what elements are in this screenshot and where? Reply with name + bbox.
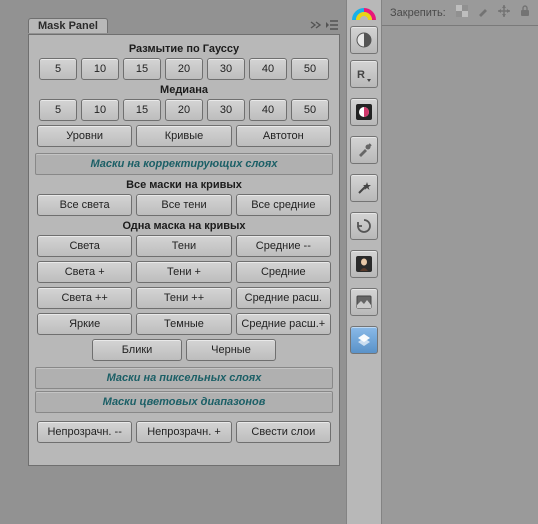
opacity-minus-button[interactable]: Непрозрачн. -- [37,421,132,443]
menu-icon[interactable] [324,18,340,32]
gauss-btn[interactable]: 5 [39,58,77,80]
flatten-button[interactable]: Свести слои [236,421,331,443]
adjustment-icon[interactable] [350,26,378,54]
curve-btn[interactable]: Средние расш. [236,287,331,309]
gauss-btn[interactable]: 30 [207,58,245,80]
median-btn[interactable]: 10 [81,99,119,121]
gauss-btn[interactable]: 20 [165,58,203,80]
highlights-button[interactable]: Блики [92,339,182,361]
curves-button[interactable]: Кривые [136,125,231,147]
curve-btn[interactable]: Средние -- [236,235,331,257]
curve-btn[interactable]: Средние расш.+ [236,313,331,335]
gauss-btn[interactable]: 50 [291,58,329,80]
all-shadows-button[interactable]: Все тени [136,194,231,216]
autotone-button[interactable]: Автотон [236,125,331,147]
curve-btn[interactable]: Света [37,235,132,257]
ruler-icon[interactable]: R [350,60,378,88]
pixel-layers-heading: Маски на пиксельных слоях [36,368,332,388]
curve-btn[interactable]: Тени [136,235,231,257]
gauss-btn[interactable]: 40 [249,58,287,80]
median-btn[interactable]: 50 [291,99,329,121]
all-mids-button[interactable]: Все средние [236,194,331,216]
median-btn[interactable]: 30 [207,99,245,121]
gauss-heading: Размытие по Гауссу [35,43,333,55]
adj-layers-heading: Маски на корректирующих слоях [36,154,332,174]
svg-text:R: R [357,69,365,81]
gauss-row: 5 10 15 20 30 40 50 [35,58,333,80]
eyedropper-icon[interactable] [350,136,378,164]
median-btn[interactable]: 15 [123,99,161,121]
one-curve-heading: Одна маска на кривых [35,220,333,232]
curve-btn[interactable]: Средние [236,261,331,283]
all-curves-heading: Все маски на кривых [35,179,333,191]
collapse-icon[interactable] [308,18,324,32]
blacks-button[interactable]: Черные [186,339,276,361]
lock-position-icon[interactable] [498,5,510,20]
color-wheel-icon[interactable] [350,4,378,20]
contrast-icon[interactable] [350,98,378,126]
lock-brush-icon[interactable] [477,5,489,20]
curve-btn[interactable]: Света + [37,261,132,283]
gauss-btn[interactable]: 15 [123,58,161,80]
curve-btn[interactable]: Света ++ [37,287,132,309]
wand-icon[interactable] [350,174,378,202]
refresh-icon[interactable] [350,212,378,240]
median-heading: Медиана [35,84,333,96]
layers-icon[interactable] [350,326,378,354]
panel-tab[interactable]: Mask Panel [28,18,108,33]
median-btn[interactable]: 40 [249,99,287,121]
color-ranges-heading: Маски цветовых диапазонов [36,392,332,412]
portrait-icon[interactable] [350,250,378,278]
curve-btn[interactable]: Темные [136,313,231,335]
gauss-btn[interactable]: 10 [81,58,119,80]
median-row: 5 10 15 20 30 40 50 [35,99,333,121]
all-lights-button[interactable]: Все света [37,194,132,216]
lock-all-icon[interactable] [519,5,531,20]
median-btn[interactable]: 20 [165,99,203,121]
lock-label: Закрепить: [390,7,446,19]
curve-btn[interactable]: Тени + [136,261,231,283]
curve-btn[interactable]: Яркие [37,313,132,335]
median-btn[interactable]: 5 [39,99,77,121]
image-icon[interactable] [350,288,378,316]
lock-transparency-icon[interactable] [456,5,468,20]
curve-btn[interactable]: Тени ++ [136,287,231,309]
levels-button[interactable]: Уровни [37,125,132,147]
opacity-plus-button[interactable]: Непрозрачн. + [136,421,231,443]
